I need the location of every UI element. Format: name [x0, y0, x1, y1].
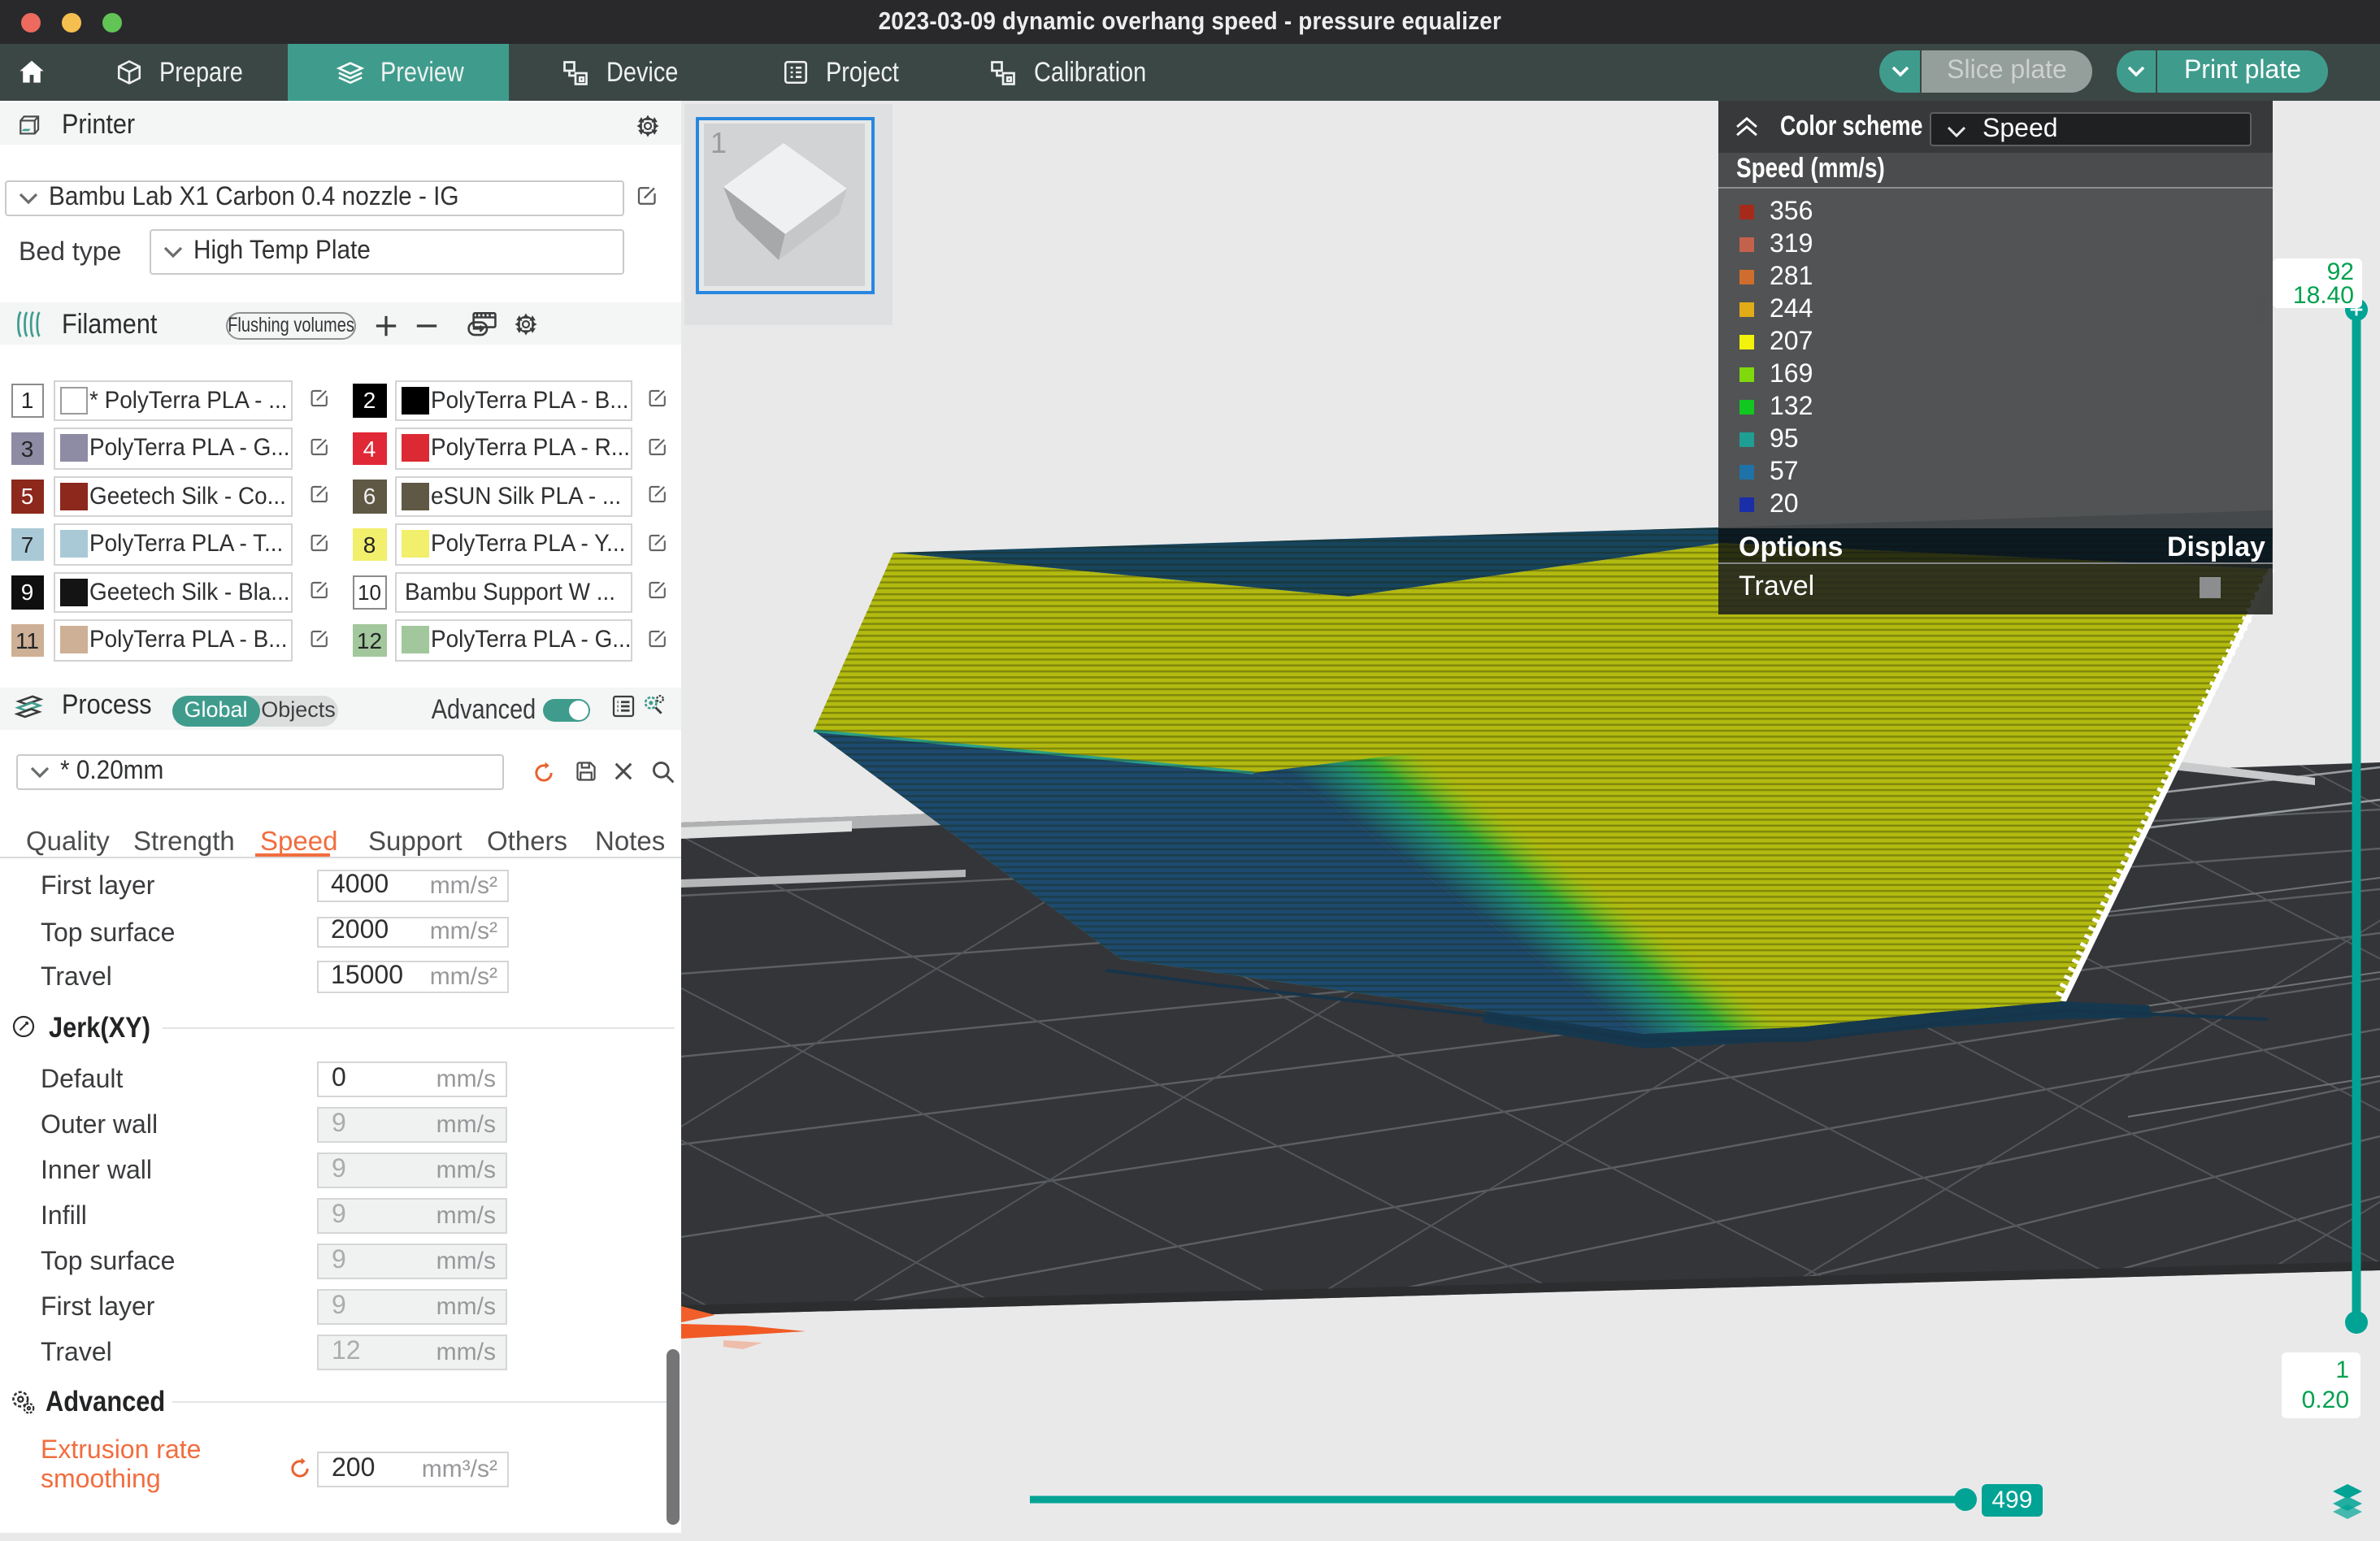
svg-text:499: 499	[1991, 1487, 2032, 1513]
svg-text:0.20: 0.20	[2302, 1387, 2349, 1413]
svg-text:1: 1	[2335, 1357, 2349, 1383]
svg-text:18.40: 18.40	[2293, 282, 2354, 309]
